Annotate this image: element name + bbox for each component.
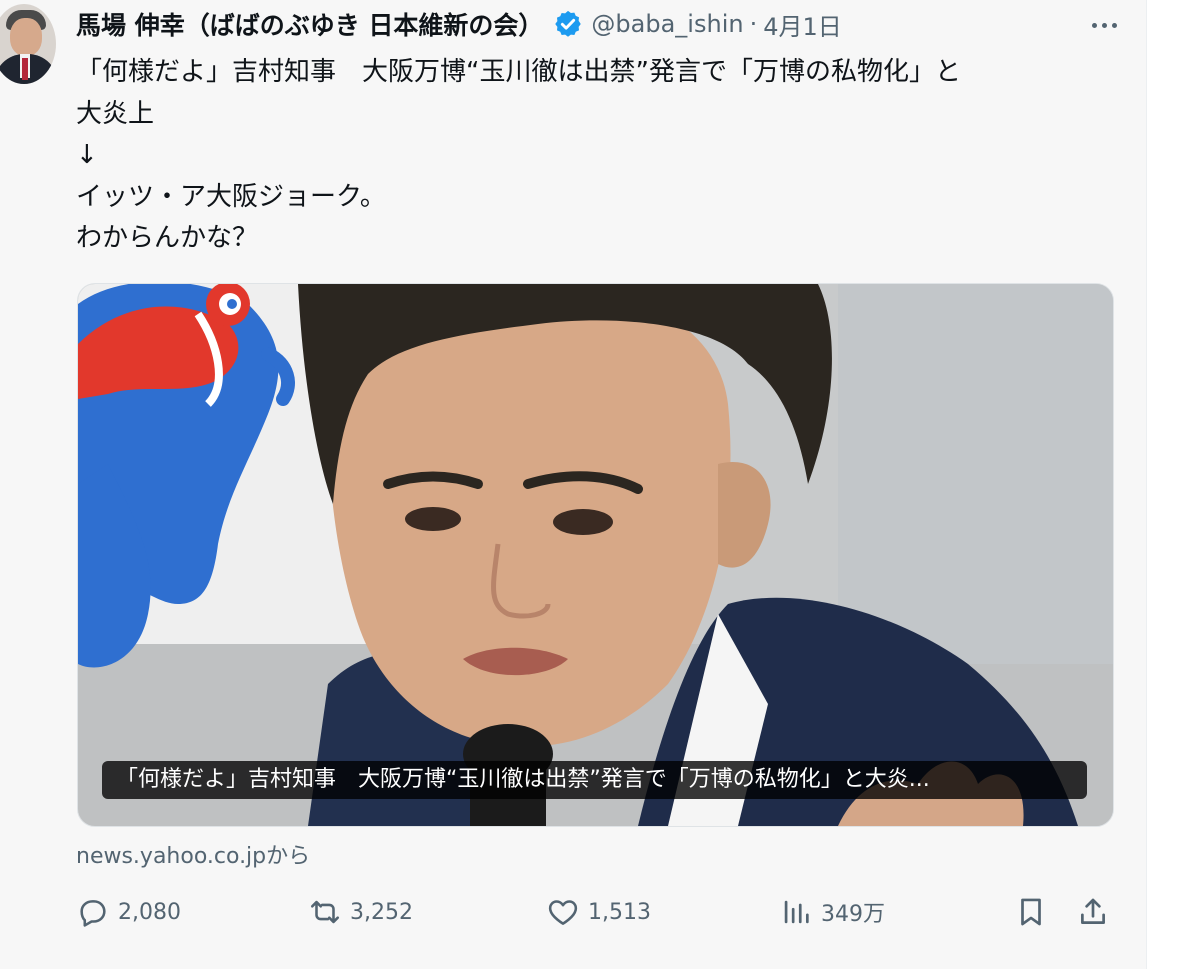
- action-bar: 2,080 3,252 1,513 349万: [76, 890, 1116, 934]
- tweet-text-line: イッツ・ア大阪ジョーク。: [76, 181, 386, 212]
- share-button[interactable]: [1076, 890, 1110, 934]
- verified-badge-icon[interactable]: [553, 9, 583, 39]
- right-gutter: [1146, 0, 1182, 969]
- like-count: 1,513: [588, 899, 651, 925]
- link-card[interactable]: 「何様だよ」吉村知事 大阪万博“玉川徹は出禁”発言で「万博の私物化」と大炎...: [77, 283, 1114, 827]
- views-icon: [784, 900, 809, 924]
- views-count: 349万: [821, 902, 885, 927]
- reply-icon: [80, 900, 106, 927]
- tweet-text: 「何様だよ」吉村知事 大阪万博“玉川徹は出禁”発言で「万博の私物化」と 大炎上 …: [76, 52, 1116, 260]
- post-date[interactable]: 4月1日: [763, 7, 842, 42]
- more-icon: [1091, 22, 1097, 28]
- repost-count: 3,252: [350, 899, 413, 925]
- bookmark-button[interactable]: [1014, 890, 1048, 934]
- card-image: [78, 284, 1113, 826]
- post-header: 馬場 伸幸（ばばのぶゆき 日本維新の会） @baba_ishin · 4月1日: [76, 4, 842, 44]
- heart-icon: [548, 900, 578, 925]
- header-separator: ·: [749, 10, 758, 38]
- views-button[interactable]: 349万: [779, 890, 885, 934]
- repost-button[interactable]: 3,252: [308, 890, 413, 934]
- card-source[interactable]: news.yahoo.co.jpから: [76, 838, 310, 870]
- like-button[interactable]: 1,513: [546, 890, 651, 934]
- share-icon: [1081, 898, 1105, 924]
- card-caption: 「何様だよ」吉村知事 大阪万博“玉川徹は出禁”発言で「万博の私物化」と大炎...: [102, 761, 1087, 799]
- reply-count: 2,080: [118, 899, 181, 925]
- tweet-text-line: ↓: [76, 140, 98, 170]
- more-button[interactable]: [1086, 8, 1122, 42]
- tweet-text-line: 「何様だよ」吉村知事 大阪万博“玉川徹は出禁”発言で「万博の私物化」と: [76, 57, 961, 87]
- reply-button[interactable]: 2,080: [76, 890, 181, 934]
- avatar[interactable]: [0, 4, 56, 84]
- user-handle[interactable]: @baba_ishin: [591, 10, 743, 38]
- tweet-text-line: わからんかな？: [76, 223, 259, 253]
- bookmark-icon: [1021, 898, 1041, 926]
- repost-icon: [310, 900, 340, 924]
- tweet-text-line: 大炎上: [76, 98, 155, 129]
- display-name[interactable]: 馬場 伸幸（ばばのぶゆき 日本維新の会）: [76, 6, 543, 42]
